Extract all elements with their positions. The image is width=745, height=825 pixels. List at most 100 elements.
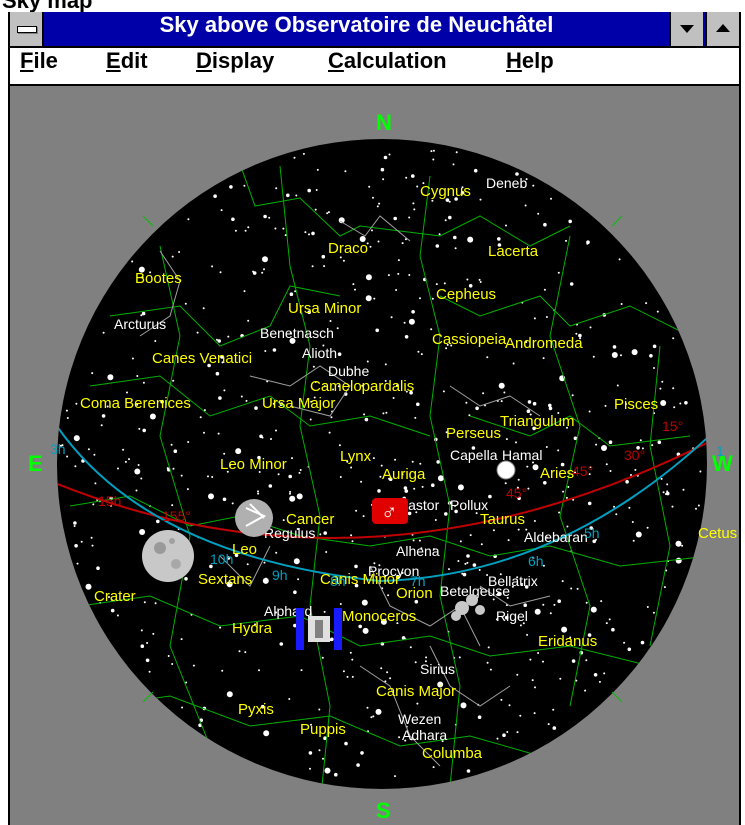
- star-dot: [557, 599, 561, 603]
- star-dot: [324, 767, 331, 774]
- star-dot: [229, 185, 233, 189]
- sky-view[interactable]: N S E W Cygnus Draco Lacerta Bootes Ceph…: [10, 86, 739, 825]
- mars-marker[interactable]: ♂: [372, 498, 408, 524]
- star-dot: [505, 438, 508, 441]
- star-dot: [87, 448, 90, 451]
- constellation-label: Andromeda: [505, 335, 583, 352]
- star-dot: [675, 557, 682, 564]
- star-dot: [257, 490, 259, 493]
- star-dot: [180, 638, 183, 641]
- star-dot: [565, 239, 567, 242]
- star-dot: [184, 302, 187, 305]
- star-dot: [319, 533, 322, 536]
- star-dot: [419, 297, 421, 300]
- star-dot: [293, 590, 297, 594]
- star-dot: [612, 345, 617, 349]
- star-dot: [482, 392, 485, 395]
- moon-icon[interactable]: [142, 530, 194, 582]
- star-dot: [368, 185, 371, 188]
- star-dot: [288, 698, 291, 700]
- star-dot: [652, 611, 655, 614]
- star-dot: [457, 560, 460, 562]
- star-dot: [634, 468, 637, 471]
- star-dot: [215, 371, 220, 376]
- star-dot: [547, 723, 550, 726]
- star-dot: [187, 218, 190, 221]
- star-dot: [497, 237, 501, 241]
- star-dot: [632, 539, 635, 542]
- star-dot: [435, 244, 440, 248]
- star-dot: [561, 580, 564, 583]
- star-dot: [587, 501, 592, 506]
- maximize-button[interactable]: [705, 12, 739, 46]
- minimize-button[interactable]: [669, 12, 703, 46]
- star-dot: [523, 603, 527, 607]
- star-dot: [533, 317, 536, 320]
- star-dot: [102, 331, 105, 334]
- constellation-label: Crater: [94, 588, 136, 605]
- star-dot: [651, 444, 654, 447]
- star-dot: [665, 491, 670, 496]
- ra-label: 10h: [210, 551, 233, 567]
- star-dot: [452, 163, 455, 166]
- star-dot: [240, 395, 243, 398]
- star-dot: [351, 675, 354, 678]
- star-dot: [131, 260, 134, 263]
- star-dot: [323, 531, 328, 535]
- star-dot: [275, 429, 277, 432]
- star-dot: [73, 521, 77, 525]
- star-dot: [270, 438, 272, 440]
- sky-map[interactable]: N S E W Cygnus Draco Lacerta Bootes Ceph…: [10, 86, 739, 825]
- star-dot: [354, 288, 356, 291]
- star-dot: [275, 187, 278, 190]
- star-dot: [247, 226, 250, 229]
- star-dot: [684, 401, 688, 405]
- star-dot: [321, 254, 326, 259]
- menu-display[interactable]: Display: [196, 48, 274, 84]
- star-dot: [263, 730, 270, 737]
- star-dot: [473, 168, 478, 173]
- ra-label: 5h: [584, 525, 600, 541]
- system-menu-button[interactable]: [10, 12, 44, 46]
- star-dot: [73, 435, 80, 442]
- star-dot: [126, 391, 128, 394]
- star-dot: [223, 389, 226, 392]
- star-dot: [593, 673, 598, 677]
- star-dot: [608, 618, 611, 621]
- menu-calculation[interactable]: Calculation: [328, 48, 447, 84]
- top-cut-text: Sky map: [0, 0, 745, 12]
- star-dot: [101, 414, 106, 418]
- star-dot: [646, 526, 649, 529]
- star-dot: [184, 577, 188, 581]
- constellation-label: Lacerta: [488, 243, 539, 260]
- menu-edit[interactable]: Edit: [106, 48, 148, 84]
- star-dot: [282, 227, 285, 230]
- star-dot: [480, 543, 483, 546]
- title-bar[interactable]: Sky above Observatoire de Neuchâtel: [10, 12, 739, 48]
- star-dot: [531, 679, 534, 682]
- comet-icon[interactable]: [235, 499, 273, 537]
- star-dot: [502, 733, 506, 737]
- star-dot: [652, 344, 657, 349]
- menu-file[interactable]: File: [20, 48, 58, 84]
- constellation-label: Ursa Major: [262, 395, 335, 412]
- star-dot: [268, 484, 273, 488]
- star-dot: [355, 509, 358, 512]
- star-dot: [672, 337, 675, 340]
- star-dot: [679, 402, 682, 405]
- star-dot: [496, 737, 499, 740]
- star-dot: [372, 196, 374, 199]
- star-dot: [375, 708, 382, 715]
- star-dot: [66, 455, 69, 458]
- star-dot: [420, 353, 423, 356]
- star-label: Aldebaran: [524, 529, 588, 545]
- star-dot: [448, 568, 450, 571]
- star-dot: [366, 706, 369, 709]
- constellation-label: Leo Minor: [220, 456, 287, 473]
- compass-east: E: [28, 451, 43, 476]
- menu-help[interactable]: Help: [506, 48, 554, 84]
- star-dot: [315, 189, 318, 191]
- star-dot: [542, 660, 544, 663]
- star-dot: [199, 416, 202, 419]
- star-dot: [286, 193, 290, 198]
